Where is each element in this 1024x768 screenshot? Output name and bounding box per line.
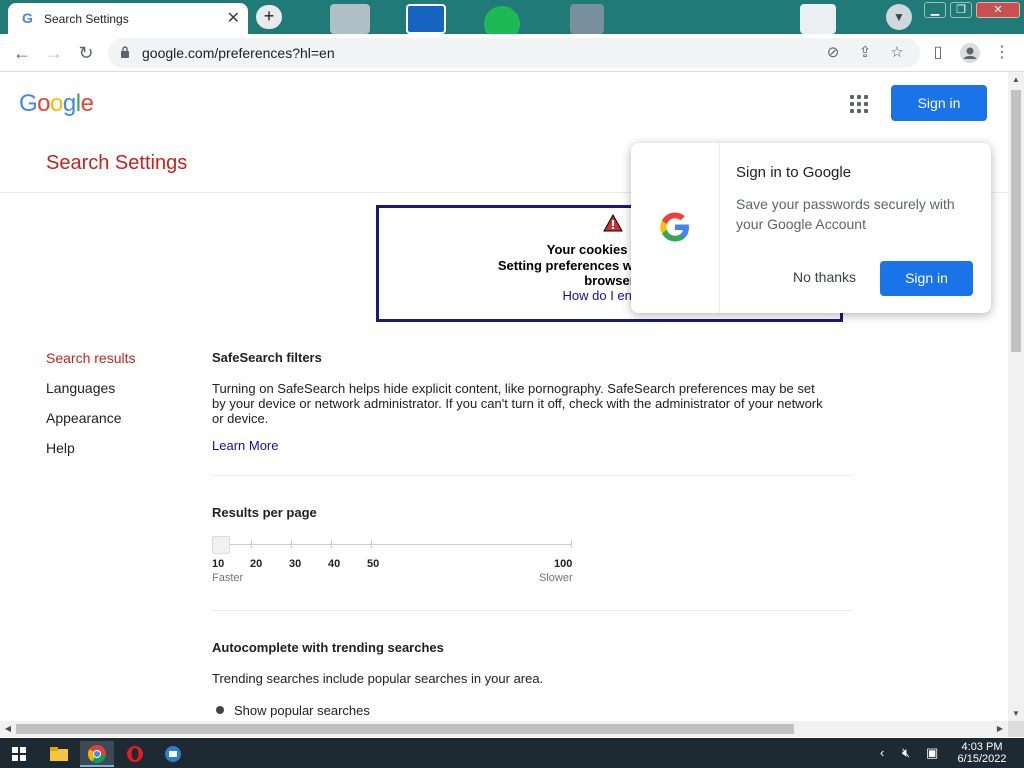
scroll-up-arrow-icon[interactable]: ▲: [1008, 72, 1024, 88]
google-favicon-icon: G: [22, 10, 33, 26]
scroll-right-arrow-icon[interactable]: ▶: [992, 721, 1008, 737]
minimize-button[interactable]: ▁: [924, 2, 946, 18]
scroll-left-arrow-icon[interactable]: ◀: [0, 721, 16, 737]
vertical-scroll-thumb[interactable]: [1011, 90, 1021, 352]
slider-tick: [571, 540, 572, 548]
tray-expand-icon[interactable]: ‹: [880, 745, 884, 760]
lock-icon: [121, 46, 129, 58]
file-explorer-icon[interactable]: [42, 741, 76, 767]
results-per-page-heading: Results per page: [212, 505, 317, 520]
new-tab-button[interactable]: +: [256, 5, 282, 29]
divider: [212, 610, 852, 611]
slider-tick: [251, 540, 252, 548]
autocomplete-description: Trending searches include popular search…: [212, 671, 544, 686]
slider-tick: [291, 540, 292, 548]
clock-date: 6/15/2022: [957, 753, 1007, 765]
logo-letter: o: [50, 90, 63, 117]
results-slider-track[interactable]: [220, 544, 572, 545]
volume-muted-icon[interactable]: 🔇︎: [902, 745, 910, 761]
password-hidden-icon[interactable]: ⊘: [822, 43, 844, 63]
sidenav-appearance[interactable]: Appearance: [46, 410, 122, 426]
scroll-down-arrow-icon[interactable]: ▼: [1008, 706, 1024, 722]
opera-icon[interactable]: [118, 741, 152, 767]
sidenav-help[interactable]: Help: [46, 440, 75, 456]
windows-taskbar: ‹ 🔇︎ ▣ 4:03 PM 6/15/2022: [0, 738, 1024, 768]
profile-icon[interactable]: [958, 41, 982, 65]
tab-title: Search Settings: [44, 12, 129, 26]
window-close-button[interactable]: ✕: [976, 2, 1020, 18]
page-title: Search Settings: [46, 152, 188, 174]
desktop-app-icon: [330, 4, 370, 34]
taskbar-clock[interactable]: 4:03 PM 6/15/2022: [952, 741, 1012, 765]
desktop-app-icon: [570, 4, 604, 34]
slider-tick: [331, 540, 332, 548]
popup-sign-in-button[interactable]: Sign in: [880, 261, 973, 296]
browser-toolbar: ← → ↻ google.com/preferences?hl=en ⊘ ⇪ ☆…: [0, 34, 1024, 72]
slider-tick-label: 20: [250, 558, 263, 570]
google-logo[interactable]: Google: [19, 90, 94, 118]
network-app-icon[interactable]: [156, 741, 190, 767]
chrome-taskbar-icon[interactable]: [80, 741, 114, 767]
browser-tab-active[interactable]: G Search Settings ✕: [8, 3, 248, 34]
windows-start-icon[interactable]: [2, 741, 36, 767]
desktop-file-icon: [800, 4, 836, 34]
network-icon[interactable]: ▣: [926, 745, 938, 761]
spotify-icon: [484, 6, 520, 34]
slider-tick-label: 10: [212, 558, 225, 570]
slider-tick-label: 40: [328, 558, 341, 570]
safesearch-description: Turning on SafeSearch helps hide explici…: [212, 381, 823, 426]
no-thanks-button[interactable]: No thanks: [793, 269, 856, 285]
google-apps-icon[interactable]: [850, 95, 868, 113]
results-slider-thumb[interactable]: [212, 536, 230, 554]
clock-time: 4:03 PM: [961, 741, 1003, 753]
show-popular-label[interactable]: Show popular searches: [234, 703, 370, 718]
show-popular-radio[interactable]: [216, 706, 224, 714]
tab-close-icon[interactable]: ✕: [227, 8, 240, 28]
safesearch-heading: SafeSearch filters: [212, 350, 322, 365]
header-sign-in-button[interactable]: Sign in: [891, 85, 987, 121]
popup-title: Sign in to Google: [736, 164, 852, 181]
slider-tick-label: 100: [554, 558, 573, 570]
forward-button[interactable]: →: [42, 41, 66, 65]
faster-label: Faster: [212, 572, 244, 584]
scrollbar-corner: [1008, 721, 1024, 737]
maximize-button[interactable]: ❐: [950, 2, 972, 18]
address-bar[interactable]: google.com/preferences?hl=en ⊘ ⇪ ☆: [108, 38, 920, 68]
popup-description: Save your passwords securely with your G…: [736, 196, 955, 232]
sidenav-search-results[interactable]: Search results: [46, 350, 135, 366]
browser-menu-icon[interactable]: ⋮: [990, 41, 1014, 65]
share-icon[interactable]: ⇪: [854, 43, 876, 63]
tab-search-button[interactable]: ▼: [886, 4, 912, 30]
sidenav-languages[interactable]: Languages: [46, 380, 115, 396]
slider-tick: [371, 540, 372, 548]
logo-letter: e: [80, 90, 94, 117]
divider: [212, 475, 852, 476]
sign-in-popup: Sign in to Google Save your passwords se…: [631, 143, 991, 313]
vertical-scrollbar[interactable]: ▲ ▼: [1008, 72, 1024, 722]
reload-button[interactable]: ↻: [74, 41, 98, 65]
google-g-icon: [660, 212, 689, 242]
slider-tick-label: 50: [367, 558, 380, 570]
bookmark-star-icon[interactable]: ☆: [886, 43, 908, 63]
warning-icon: [603, 214, 623, 232]
slower-label: Slower: [539, 572, 573, 584]
popup-logo-panel: [631, 143, 720, 313]
side-panel-icon[interactable]: ▯: [926, 41, 950, 65]
logo-letter: g: [62, 90, 76, 117]
url-text[interactable]: google.com/preferences?hl=en: [142, 45, 335, 61]
autocomplete-heading: Autocomplete with trending searches: [212, 640, 444, 655]
logo-letter: o: [37, 90, 51, 117]
page-content: Google Sign in Search Settings Your cook…: [0, 72, 1008, 721]
logo-letter: G: [19, 90, 38, 117]
slider-tick-label: 30: [289, 558, 302, 570]
learn-more-link[interactable]: Learn More: [212, 438, 278, 453]
tab-strip: G Search Settings ✕ + ▼ ▁ ❐ ✕: [0, 0, 1024, 34]
desktop-app-icon: [406, 4, 446, 34]
horizontal-scroll-thumb[interactable]: [16, 724, 794, 734]
horizontal-scrollbar[interactable]: ◀ ▶: [0, 721, 1008, 737]
back-button[interactable]: ←: [10, 41, 34, 65]
